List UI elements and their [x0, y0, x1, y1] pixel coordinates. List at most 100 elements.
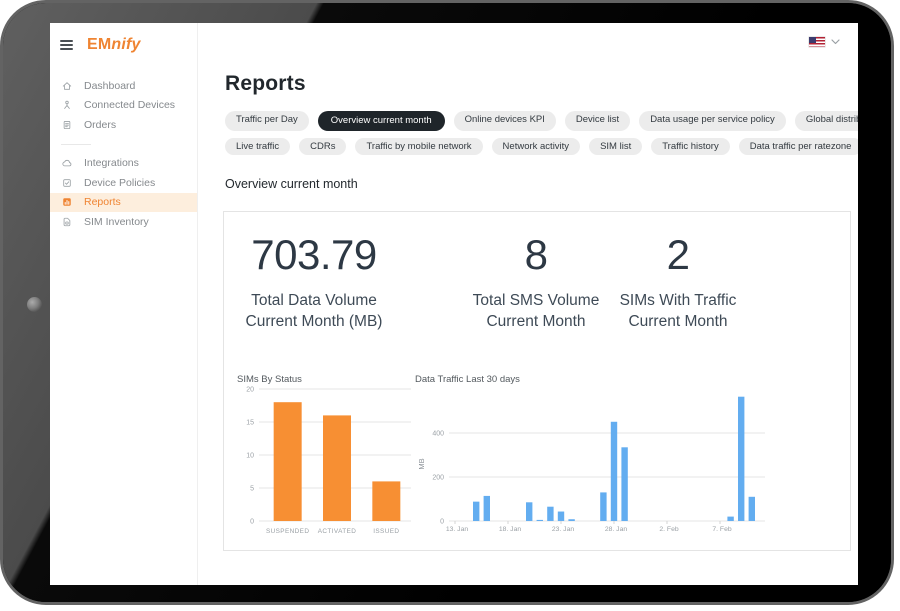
report-tabs: Traffic per Day Overview current month Onl… [225, 111, 858, 162]
bar-15-jan [473, 502, 479, 521]
bar-29-jan [621, 447, 627, 521]
y-tick: 5 [250, 486, 254, 493]
bar-issued [372, 481, 400, 521]
x-tick: 18. Jan [499, 526, 522, 533]
report-tab-live-traffic[interactable]: Live traffic [225, 138, 290, 156]
y-tick: 15 [246, 420, 254, 427]
sidebar-item-orders[interactable]: Orders [50, 115, 197, 135]
chart-title: Data Traffic Last 30 days [415, 374, 769, 385]
report-tabs-row-2: Live traffic CDRs Traffic by mobile networ… [225, 138, 858, 156]
connected-devices-icon [61, 99, 73, 111]
y-axis-label: MB [417, 458, 426, 469]
home-icon [61, 80, 73, 92]
menu-icon[interactable] [60, 38, 73, 52]
x-tick: 23. Jan [552, 526, 575, 533]
bar-20-jan [526, 502, 532, 521]
sidebar-item-label: Device Policies [84, 177, 155, 189]
sidebar-item-label: Connected Devices [84, 99, 175, 111]
sidebar-item-connected-devices[interactable]: Connected Devices [50, 96, 197, 116]
data-traffic-plot: 0 200 400 MB 13. Jan 18. Jan 23. Jan 28. Jan 2. … [415, 386, 769, 538]
stat-label: SIMs With Traffic Current Month [600, 290, 756, 332]
stat-label: Total Data Volume Current Month (MB) [230, 290, 398, 332]
language-selector[interactable] [809, 37, 840, 47]
overview-card: 703.79 Total Data Volume Current Month (… [223, 211, 851, 551]
stat-total-data-volume: 703.79 Total Data Volume Current Month (… [230, 234, 398, 332]
sim-icon [61, 216, 73, 228]
sidebar-item-sim-inventory[interactable]: SIM Inventory [50, 212, 197, 232]
orders-icon [61, 119, 73, 131]
chevron-down-icon [831, 39, 840, 45]
report-tab-traffic-by-mobile-network[interactable]: Traffic by mobile network [355, 138, 482, 156]
stat-value: 8 [460, 234, 612, 276]
report-tab-traffic-per-day[interactable]: Traffic per Day [225, 111, 309, 131]
bar-8-feb [727, 517, 733, 521]
sidebar-item-integrations[interactable]: Integrations [50, 154, 197, 174]
y-tick: 20 [246, 387, 254, 394]
sidebar-item-label: Reports [84, 196, 121, 208]
sidebar-item-dashboard[interactable]: Dashboard [50, 76, 197, 96]
report-tab-data-traffic-per-ratezone[interactable]: Data traffic per ratezone [739, 138, 858, 156]
us-flag-icon [809, 37, 825, 47]
sidebar-item-reports[interactable]: Reports [50, 193, 197, 213]
data-traffic-chart: Data Traffic Last 30 days 0 200 400 MB 13. J… [415, 374, 769, 543]
y-tick: 400 [432, 431, 444, 438]
chart-title: SIMs By Status [237, 374, 413, 385]
cloud-icon [61, 157, 73, 169]
x-tick: 2. Feb [659, 526, 678, 533]
report-tab-online-devices-kpi[interactable]: Online devices KPI [454, 111, 556, 131]
stat-value: 703.79 [230, 234, 398, 276]
main-content: Reports Traffic per Day Overview current … [199, 23, 858, 585]
screen: EMnify Dashboard Connected Devices Orders I… [50, 23, 858, 585]
sidebar-item-device-policies[interactable]: Device Policies [50, 173, 197, 193]
sidebar-nav: Dashboard Connected Devices Orders Integrat… [50, 76, 197, 232]
bar-suspended [274, 402, 302, 521]
x-tick: SUSPENDED [266, 528, 309, 535]
report-tab-sim-list[interactable]: SIM list [589, 138, 642, 156]
stat-sims-with-traffic: 2 SIMs With Traffic Current Month [600, 234, 756, 332]
bar-27-jan [600, 492, 606, 521]
y-tick: 0 [440, 519, 444, 526]
brand-logo-part1: EM [87, 36, 111, 53]
y-tick: 10 [246, 453, 254, 460]
report-tab-network-activity[interactable]: Network activity [492, 138, 581, 156]
report-tab-traffic-history[interactable]: Traffic history [651, 138, 730, 156]
report-tab-global-distribution[interactable]: Global distribution [795, 111, 858, 131]
report-tab-device-list[interactable]: Device list [565, 111, 630, 131]
sims-by-status-chart: SIMs By Status 0 5 10 15 20 SUSPENDED ACTIVATE… [237, 374, 413, 543]
stat-value: 2 [600, 234, 756, 276]
bar-9-feb [738, 397, 744, 521]
brand-row: EMnify [50, 23, 197, 54]
sidebar-item-label: SIM Inventory [84, 216, 149, 228]
bar-10-feb [749, 497, 755, 521]
policies-icon [61, 177, 73, 189]
bar-22-jan [547, 507, 553, 521]
report-tab-overview-current-month[interactable]: Overview current month [318, 111, 445, 131]
sims-by-status-plot: 05101520SUSPENDEDACTIVATEDISSUED [237, 386, 413, 538]
stat-label: Total SMS Volume Current Month [460, 290, 612, 332]
x-tick: ACTIVATED [318, 528, 357, 535]
x-tick: 28. Jan [605, 526, 628, 533]
stat-total-sms-volume: 8 Total SMS Volume Current Month [460, 234, 612, 332]
bar-activated [323, 415, 351, 521]
brand-logo: EMnify [87, 36, 141, 54]
tablet-frame: EMnify Dashboard Connected Devices Orders I… [0, 0, 894, 605]
bar-16-jan [484, 496, 490, 521]
y-tick: 200 [432, 475, 444, 482]
report-tab-data-usage-per-service-policy[interactable]: Data usage per service policy [639, 111, 786, 131]
page-title: Reports [225, 72, 306, 96]
report-tab-cdrs[interactable]: CDRs [299, 138, 346, 156]
x-tick: 13. Jan [446, 526, 469, 533]
sidebar-item-label: Integrations [84, 157, 139, 169]
sidebar-item-label: Orders [84, 119, 116, 131]
y-tick: 0 [250, 519, 254, 526]
reports-icon [61, 196, 73, 208]
sidebar-item-label: Dashboard [84, 80, 135, 92]
x-tick: 7. Feb [712, 526, 731, 533]
sidebar-divider [61, 144, 91, 145]
camera-icon [27, 297, 42, 312]
bar-21-jan [537, 520, 543, 521]
sidebar: EMnify Dashboard Connected Devices Orders I… [50, 23, 198, 585]
report-tabs-row-1: Traffic per Day Overview current month Onl… [225, 111, 858, 131]
bar-24-jan [568, 519, 574, 521]
bar-23-jan [558, 512, 564, 521]
